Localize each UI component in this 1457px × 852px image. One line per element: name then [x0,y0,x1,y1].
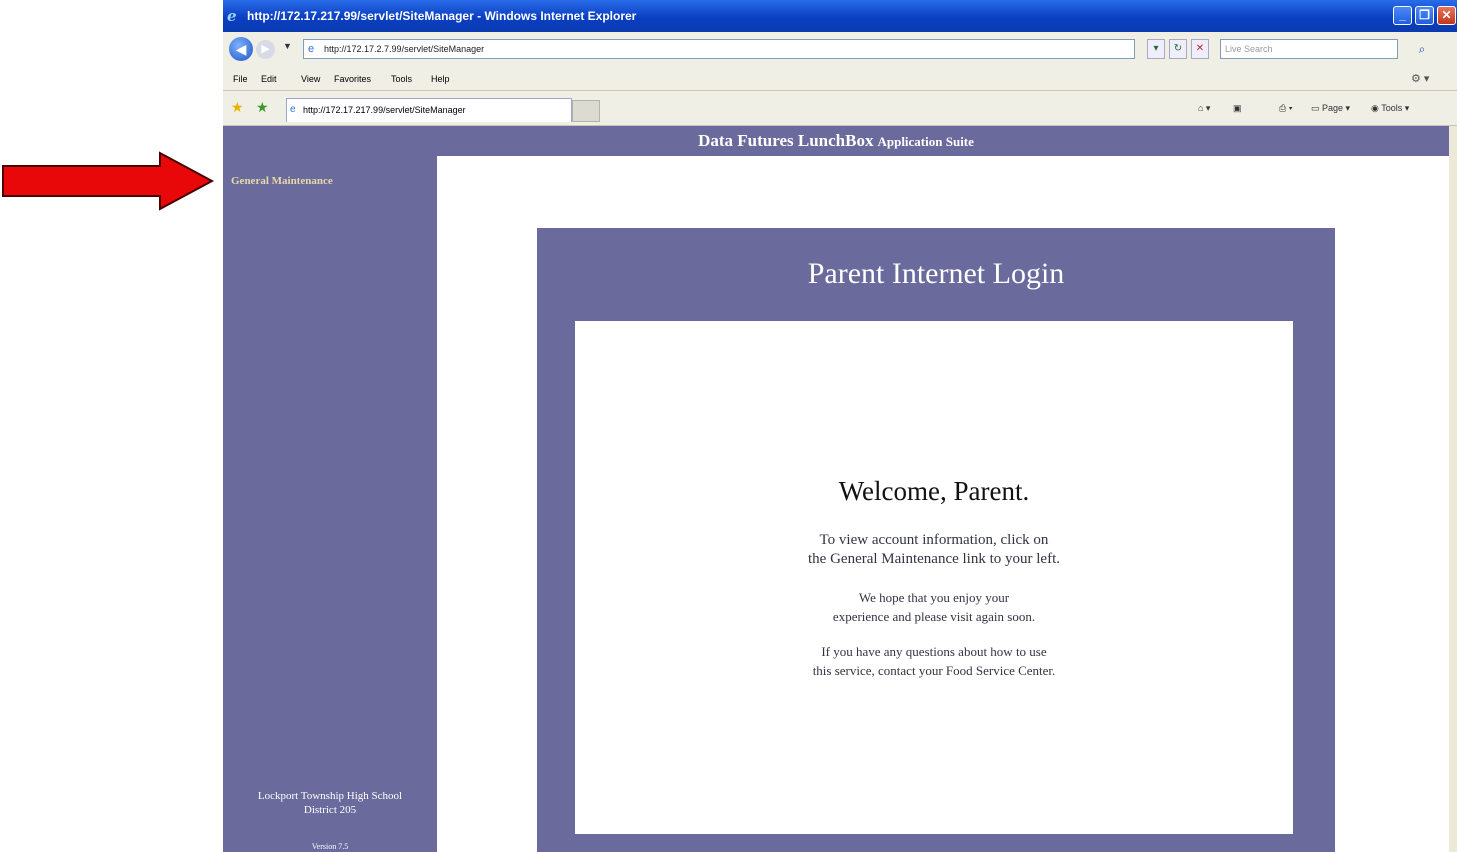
menu-bar: File Edit View Favorites Tools Help ⚙ ▾ [223,68,1457,91]
red-pointer-arrow-icon [2,151,215,211]
print-icon[interactable]: ⎙ ▾ [1279,100,1292,116]
new-tab-button[interactable] [572,100,600,122]
feeds-icon[interactable]: ▣ [1233,100,1242,116]
search-input[interactable]: Live Search [1220,39,1398,59]
page-menu-label: Page [1322,103,1344,113]
search-icon[interactable]: ⌕ [1411,39,1433,59]
sidebar: General Maintenance Lockport Township Hi… [223,156,437,852]
school-line-2: District 205 [303,804,357,816]
app-header: Data Futures LunchBox Application Suite [223,126,1449,156]
title-bar: e http://172.17.217.99/servlet/SiteManag… [223,0,1457,32]
menu-tools[interactable]: Tools [391,68,412,90]
login-panel: Parent Internet Login Welcome, Parent. T… [537,228,1335,852]
home-icon[interactable]: ⌂ ▾ [1198,100,1210,116]
close-button[interactable]: ✕ [1437,6,1456,25]
toolbar-options-icon[interactable]: ⚙ ▾ [1411,68,1429,90]
enjoy-paragraph: We hope that you enjoy your experience a… [575,588,1293,626]
login-title: Parent Internet Login [807,257,1065,290]
address-toolbar: ◀ ▶ ▼ e http://172.17.2.7.99/servlet/Sit… [223,32,1457,69]
page-icon: e [308,43,315,55]
tab-active[interactable]: e http://172.17.217.99/servlet/SiteManag… [286,98,572,122]
favorites-star-icon[interactable]: ★ [231,99,244,116]
tools-menu-button[interactable]: ◉ Tools ▾ [1371,100,1409,116]
app-title: Data Futures LunchBox [698,131,874,150]
menu-file[interactable]: File [233,68,248,90]
minimize-button[interactable]: _ [1393,6,1412,25]
window-title: http://172.17.217.99/servlet/SiteManager… [247,9,637,23]
add-favorite-icon[interactable]: ★ [256,99,269,116]
tab-bar: ★ ★ e http://172.17.217.99/servlet/SiteM… [223,91,1457,126]
tab-label: http://172.17.217.99/servlet/SiteManager [303,105,466,115]
stop-button[interactable]: ✕ [1191,39,1209,59]
menu-favorites[interactable]: Favorites [334,68,371,90]
instructions-line-1: To view account information, click on [819,532,1049,548]
welcome-heading: Welcome, Parent. [838,476,1030,506]
menu-help[interactable]: Help [431,68,450,90]
menu-view[interactable]: View [301,68,320,90]
school-line-1: Lockport Township High School [257,790,403,802]
school-name: Lockport Township High School District 2… [223,789,437,817]
page-icon: e [290,104,296,115]
internet-explorer-icon: e [227,7,237,25]
page-menu-button[interactable]: ▭ Page ▾ [1311,100,1350,116]
menu-edit[interactable]: Edit [261,68,277,90]
address-text: http://172.17.2.7.99/servlet/SiteManager [324,44,485,54]
enjoy-line-2: experience and please visit again soon. [832,609,1036,624]
back-button[interactable]: ◀ [229,37,253,61]
app-subtitle: Application Suite [877,134,974,149]
contact-paragraph: If you have any questions about how to u… [575,642,1293,680]
welcome-box: Welcome, Parent. To view account informa… [575,321,1293,834]
maximize-button[interactable]: ❐ [1415,6,1434,25]
instructions-line-2: the General Maintenance link to your lef… [808,551,1060,567]
instructions-paragraph: To view account information, click on th… [575,531,1293,569]
tools-menu-label: Tools [1381,103,1403,113]
version-label: Version 7.5 [311,842,349,851]
refresh-button[interactable]: ↻ [1169,39,1187,59]
contact-line-1: If you have any questions about how to u… [821,644,1047,659]
contact-line-2: this service, contact your Food Service … [812,663,1056,678]
address-input[interactable]: e http://172.17.2.7.99/servlet/SiteManag… [303,39,1135,59]
enjoy-line-1: We hope that you enjoy your [858,590,1010,605]
browser-window: e http://172.17.217.99/servlet/SiteManag… [223,0,1457,852]
recent-pages-dropdown[interactable]: ▼ [283,41,292,51]
main-content: Parent Internet Login Welcome, Parent. T… [437,156,1449,852]
general-maintenance-link[interactable]: General Maintenance [231,175,333,187]
address-dropdown-button[interactable]: ▾ [1147,39,1165,59]
forward-button[interactable]: ▶ [256,40,275,59]
